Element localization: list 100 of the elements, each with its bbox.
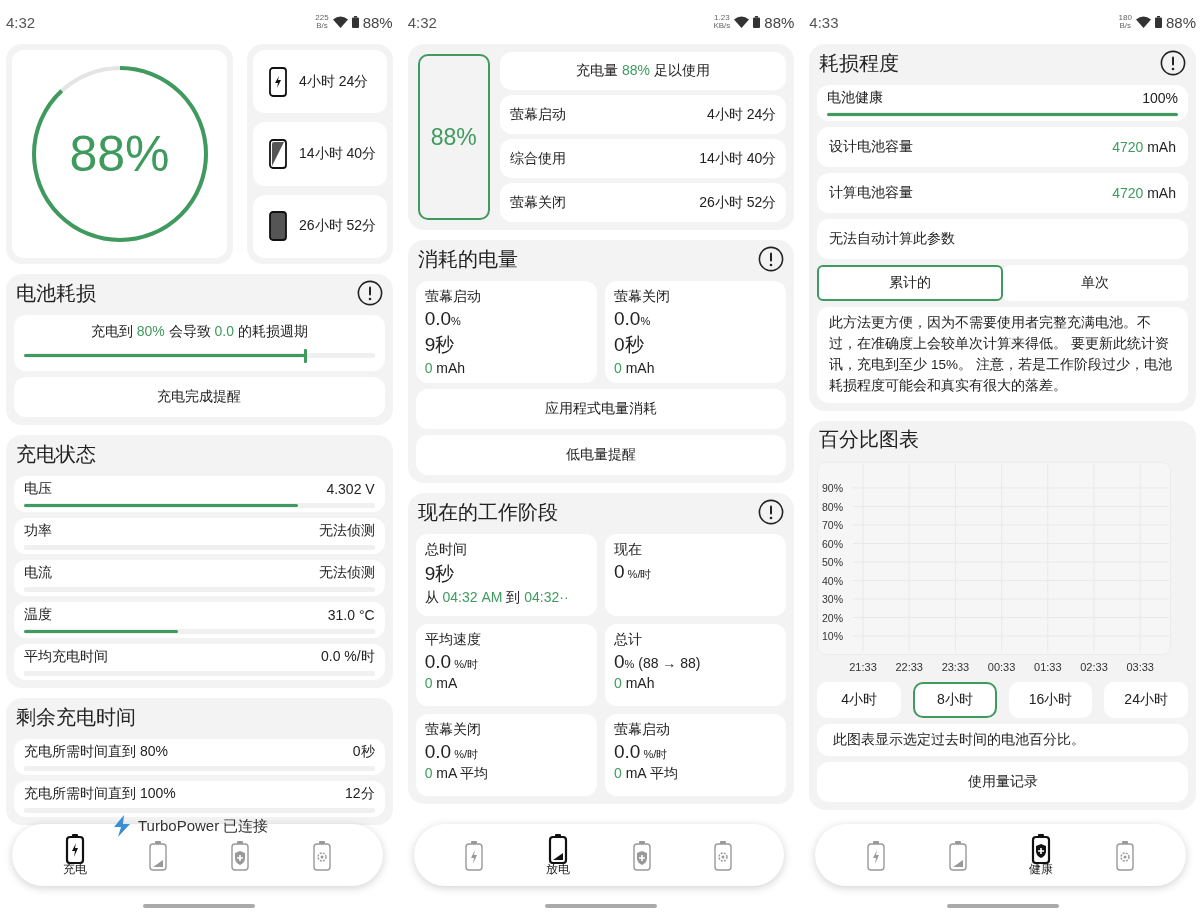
axis-label: 70% <box>822 518 844 531</box>
nav-tab[interactable] <box>464 839 485 871</box>
axis-label: 10% <box>822 629 844 642</box>
stat-label: 计算电池容量 <box>829 184 914 202</box>
stat-value: 4720 mAh <box>1112 139 1176 155</box>
axis-label: 00:33 <box>988 660 1016 673</box>
stat-value: 0 mA 平均 <box>614 765 679 783</box>
stat-label: 总时间 <box>424 541 468 559</box>
section-title: 现在的工作阶段 <box>417 499 558 525</box>
stat-label: 电池健康 <box>827 89 884 107</box>
info-icon[interactable] <box>356 280 383 306</box>
stat-value: 0秒 <box>614 333 645 357</box>
description-text: 此方法更方便，因为不需要使用者完整充满电池。不过，在准确度上会较单次计算来得低。 要更新此统计资讯，充电到至少 15%。 注意，若是工作阶段过少，电池耗损程度可能会和真实有很大的落差。 <box>817 307 1188 403</box>
battery-level-icon <box>548 832 569 864</box>
nav-tab[interactable] <box>230 839 251 871</box>
battery-gear-icon <box>1115 839 1136 871</box>
stat-label: 萤幕启动 <box>424 288 482 306</box>
nav-tab[interactable] <box>947 839 968 871</box>
stat-value: 0.0 %/时 <box>424 741 479 763</box>
chart-caption: 此图表显示选定过去时间的电池百分比。 <box>817 723 1188 756</box>
info-icon[interactable] <box>758 499 785 525</box>
axis-label: 40% <box>822 574 844 587</box>
wifi-icon <box>734 16 750 28</box>
stat-value: 0.0% <box>424 308 462 330</box>
nav-tab[interactable]: 充电 <box>62 832 87 878</box>
battery-shield-icon <box>230 839 251 871</box>
stat-value: 0 %/时 <box>614 561 653 583</box>
battery-bolt-icon <box>464 839 485 871</box>
battery-bolt-icon <box>64 832 85 864</box>
stat-value: 0秒 <box>352 743 375 761</box>
section-title: 剩余充电时间 <box>16 704 136 730</box>
nav-tab[interactable] <box>148 839 169 871</box>
nav-tab[interactable] <box>631 839 652 871</box>
action-button[interactable]: 应用程式电量消耗 <box>415 389 787 429</box>
axis-label: 80% <box>822 500 844 513</box>
range-button[interactable]: 24小时 <box>1104 681 1188 718</box>
estimate-value: 14小时 40分 <box>699 149 777 168</box>
stat-value: 9秒 <box>424 562 456 586</box>
toast-message: TurboPower 已连接 <box>138 816 269 836</box>
stat-value: 4.302 V <box>326 481 375 497</box>
nav-tab[interactable]: 健康 <box>1029 832 1054 878</box>
range-button[interactable]: 8小时 <box>913 681 997 718</box>
stat-label: 电压 <box>24 480 52 498</box>
info-icon[interactable] <box>758 246 785 272</box>
estimate-text: 4小时 24分 <box>299 72 369 91</box>
stat-value: 12分 <box>345 785 375 803</box>
nav-tab[interactable] <box>311 839 332 871</box>
stat-value: 0 mA 平均 <box>424 765 490 783</box>
nav-tab[interactable] <box>866 839 887 871</box>
battery-percent: 88% <box>764 13 795 31</box>
battery-icon <box>1154 16 1162 28</box>
battery-gear-icon <box>713 839 734 871</box>
stat-value: 0.0% <box>614 308 652 330</box>
section-title: 耗损程度 <box>819 50 900 76</box>
battery-percent: 88% <box>1165 13 1196 31</box>
slider-thumb[interactable] <box>303 349 307 363</box>
range-button[interactable]: 4小时 <box>817 681 901 718</box>
stat-value: 9秒 <box>424 333 456 357</box>
stat-label: 萤幕启动 <box>614 721 671 739</box>
stat-label: 充电所需时间直到 80% <box>24 743 168 761</box>
info-icon[interactable] <box>1160 50 1186 76</box>
network-speed: 180 B/s <box>1118 14 1132 30</box>
battery-icon <box>351 16 359 28</box>
wifi-icon <box>332 16 348 28</box>
axis-label: 03:33 <box>1126 660 1155 673</box>
stat-label: 萤幕关闭 <box>424 721 482 739</box>
axis-label: 22:33 <box>895 660 924 673</box>
axis-label: 20% <box>822 611 844 624</box>
nav-tab[interactable] <box>713 839 734 871</box>
stat-label: 现在 <box>614 541 643 559</box>
battery-level-icon <box>148 839 169 871</box>
history-button[interactable]: 使用量记录 <box>817 761 1188 802</box>
estimate-text: 14小时 40分 <box>299 145 377 163</box>
phone-filled-icon <box>269 211 287 242</box>
stat-value: 0 mAh <box>614 675 656 691</box>
battery-level-icon <box>947 839 968 871</box>
estimate-value: 4小时 24分 <box>707 105 777 124</box>
estimate-label: 萤幕关闭 <box>509 193 566 212</box>
nav-tab[interactable]: 放电 <box>546 832 571 878</box>
stat-value: 0.0 %/时 <box>614 741 669 763</box>
mode-tab[interactable]: 单次 <box>1002 265 1188 301</box>
stat-label: 功率 <box>24 522 52 540</box>
stat-label: 平均速度 <box>424 631 482 649</box>
stat-value: 31.0 °C <box>327 607 375 623</box>
range-button[interactable]: 16小时 <box>1008 681 1093 718</box>
axis-label: 50% <box>822 555 844 568</box>
clock: 4:32 <box>407 13 437 31</box>
stat-value: 0 mAh <box>614 360 656 376</box>
reminder-button[interactable]: 充电完成提醒 <box>14 377 385 417</box>
section-title: 消耗的电量 <box>417 246 518 272</box>
section-title: 电池耗损 <box>16 280 96 306</box>
action-button[interactable]: 低电量提醒 <box>415 435 787 475</box>
mode-tab[interactable]: 累计的 <box>817 265 1003 301</box>
battery-icon <box>753 16 761 28</box>
clock: 4:32 <box>6 13 36 31</box>
slider-label: 充电到 80% 会导致 0.0 的耗损週期 <box>90 323 308 341</box>
axis-label: 21:33 <box>849 660 878 673</box>
stat-value: 从 04:32 AM 到 04:32·· <box>424 589 570 607</box>
nav-tab[interactable] <box>1115 839 1136 871</box>
summary-text: 充电量 88% 足以使用 <box>576 62 710 80</box>
